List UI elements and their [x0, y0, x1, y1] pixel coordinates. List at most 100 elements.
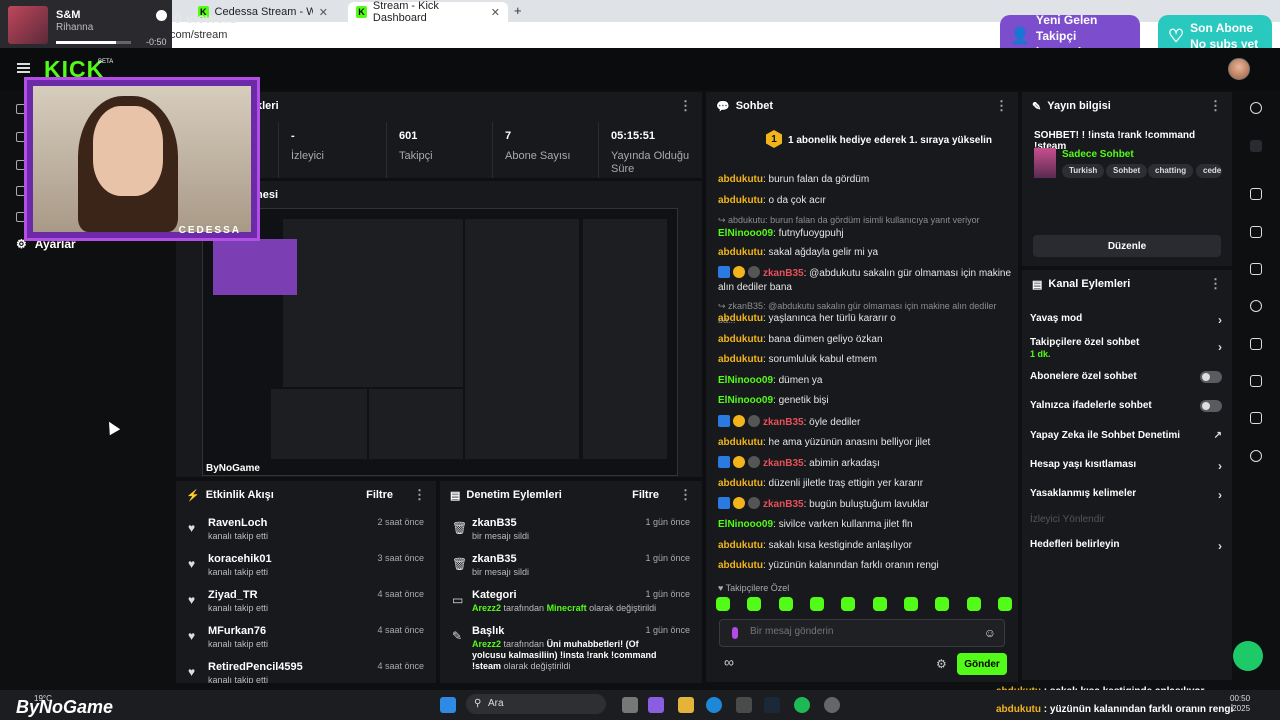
- taskbar-search[interactable]: Ara: [466, 694, 606, 714]
- broadcast-icon[interactable]: [1250, 338, 1262, 350]
- more-options-icon[interactable]: ⋮: [679, 98, 692, 114]
- track-progress[interactable]: [56, 41, 131, 44]
- more-options-icon[interactable]: ⋮: [1209, 98, 1222, 114]
- microphone-icon[interactable]: [732, 627, 738, 639]
- chat-username[interactable]: zkanB35: [763, 268, 804, 279]
- chat-username[interactable]: ElNinooo09: [718, 228, 773, 239]
- chat-icon[interactable]: [1250, 300, 1262, 312]
- action-slow-mode[interactable]: Yavaş mod ›: [1030, 313, 1226, 327]
- tab-kick-dashboard[interactable]: K Stream - Kick Dashboard ✕: [348, 0, 508, 24]
- emote-icon[interactable]: [935, 597, 950, 611]
- chat-username[interactable]: abdukutu: [718, 560, 763, 571]
- action-account-age[interactable]: Hesap yaşı kısıtlaması ›: [1030, 459, 1226, 473]
- chat-username[interactable]: abdukutu: [718, 354, 763, 365]
- clipboard-icon[interactable]: [1250, 263, 1262, 275]
- close-tab-icon[interactable]: ✕: [491, 6, 500, 19]
- user-name[interactable]: RetiredPencil4595: [208, 661, 303, 673]
- toggle-switch[interactable]: [1200, 400, 1222, 412]
- action-subscribers-only[interactable]: Abonelere özel sohbet: [1030, 371, 1226, 383]
- user-name[interactable]: RavenLoch: [208, 517, 267, 529]
- menu-icon[interactable]: [17, 63, 30, 73]
- more-options-icon[interactable]: ⋮: [413, 487, 426, 503]
- copilot-icon[interactable]: [648, 697, 664, 713]
- new-tab-button[interactable]: +: [514, 3, 522, 18]
- gift-sub-banner[interactable]: 1 1 abonelik hediye ederek 1. sıraya yük…: [706, 126, 1018, 154]
- emote-icon[interactable]: [716, 597, 730, 611]
- emote-icon[interactable]: [809, 597, 824, 611]
- action-banned-words[interactable]: Yasaklanmış kelimeler ›: [1030, 488, 1226, 502]
- toggle-switch[interactable]: [1200, 371, 1222, 383]
- chat-input[interactable]: [750, 626, 980, 637]
- filter-button[interactable]: Filtre: [366, 489, 393, 501]
- folder-icon[interactable]: [678, 697, 694, 713]
- action-emotes-only[interactable]: Yalnızca ifadelerle sohbet: [1030, 400, 1226, 412]
- filter-button[interactable]: Filtre: [632, 489, 659, 501]
- chat-username[interactable]: abdukutu: [718, 247, 763, 258]
- spotify-icon[interactable]: [794, 697, 810, 713]
- chat-message: zkanB35: @abdukutu sakalın gür olmaması …: [718, 266, 1012, 295]
- infinity-icon[interactable]: ∞: [724, 654, 734, 670]
- chat-username[interactable]: abdukutu: [718, 195, 763, 206]
- more-options-icon[interactable]: ⋮: [995, 98, 1008, 114]
- task-view-icon[interactable]: [622, 697, 638, 713]
- user-name[interactable]: zkanB35: [472, 517, 517, 529]
- emote-icon[interactable]: [903, 597, 918, 611]
- obs-icon[interactable]: [824, 697, 840, 713]
- store-icon[interactable]: [736, 697, 752, 713]
- stream-preview-video[interactable]: [202, 208, 678, 476]
- emote-icon[interactable]: [997, 597, 1012, 611]
- steam-icon[interactable]: [764, 697, 780, 713]
- emote-icon[interactable]: [841, 597, 856, 611]
- action-ai-moderation[interactable]: Yapay Zeka ile Sohbet Denetimi ↗: [1030, 430, 1226, 441]
- edge-icon[interactable]: [706, 697, 722, 713]
- edit-stream-button[interactable]: Düzenle: [1033, 235, 1221, 257]
- lightning-icon[interactable]: [1250, 226, 1262, 238]
- pause-icon[interactable]: [156, 10, 167, 21]
- chat-username[interactable]: abdukutu: [718, 313, 763, 324]
- chat-username[interactable]: zkanB35: [763, 458, 804, 469]
- action-followers-only[interactable]: Takipçilere özel sohbet 1 dk. ›: [1030, 337, 1226, 359]
- user-name[interactable]: zkanB35: [472, 553, 517, 565]
- send-button[interactable]: Gönder: [957, 653, 1007, 675]
- wrench-icon[interactable]: [1250, 412, 1262, 424]
- apps-icon[interactable]: [1250, 450, 1262, 462]
- chat-username[interactable]: abdukutu: [718, 478, 763, 489]
- gear-icon[interactable]: ⚙: [936, 657, 947, 671]
- stream-category[interactable]: Sadece Sohbet: [1062, 149, 1134, 160]
- layout-icon[interactable]: [1250, 375, 1262, 387]
- emote-icon[interactable]: [747, 597, 762, 611]
- weather-temp[interactable]: 19°C: [34, 694, 52, 703]
- chat-username[interactable]: ElNinooo09: [718, 395, 773, 406]
- more-options-icon[interactable]: ⋮: [679, 487, 692, 503]
- user-name[interactable]: Ziyad_TR: [208, 589, 258, 601]
- emote-icon[interactable]: [966, 597, 981, 611]
- chat-input-box[interactable]: ☺: [719, 619, 1005, 647]
- support-button[interactable]: [1233, 641, 1263, 671]
- chat-username[interactable]: abdukutu: [718, 437, 763, 448]
- taskbar-clock[interactable]: 00:50 2025: [1230, 694, 1250, 714]
- windows-start-icon[interactable]: [440, 697, 456, 713]
- chat-username[interactable]: abdukutu: [718, 334, 763, 345]
- chat-username[interactable]: zkanB35: [763, 417, 804, 428]
- emoji-icon[interactable]: ☺: [984, 626, 996, 640]
- action-goals[interactable]: Hedefleri belirleyin ›: [1030, 539, 1226, 553]
- close-tab-icon[interactable]: ✕: [319, 6, 328, 19]
- chat-username[interactable]: ElNinooo09: [718, 519, 773, 530]
- panel-title: Etkinlik Akışı: [205, 489, 274, 501]
- action-user[interactable]: Arezz2: [472, 639, 501, 649]
- avatar[interactable]: [1228, 58, 1250, 80]
- chat-username[interactable]: abdukutu: [718, 540, 763, 551]
- pencil-icon[interactable]: [1250, 140, 1262, 152]
- chat-username[interactable]: ElNinooo09: [718, 375, 773, 386]
- chat-username[interactable]: abdukutu: [718, 174, 763, 185]
- emote-icon[interactable]: [872, 597, 887, 611]
- user-name[interactable]: koracehik01: [208, 553, 272, 565]
- more-options-icon[interactable]: ⋮: [1209, 276, 1222, 292]
- user-name[interactable]: MFurkan76: [208, 625, 266, 637]
- action-user[interactable]: Arezz2: [472, 603, 501, 613]
- user-badge-icon: [748, 266, 760, 278]
- capture-icon[interactable]: [1250, 188, 1262, 200]
- emote-icon[interactable]: [778, 597, 793, 611]
- info-icon[interactable]: [1250, 102, 1262, 114]
- chat-username[interactable]: zkanB35: [763, 499, 804, 510]
